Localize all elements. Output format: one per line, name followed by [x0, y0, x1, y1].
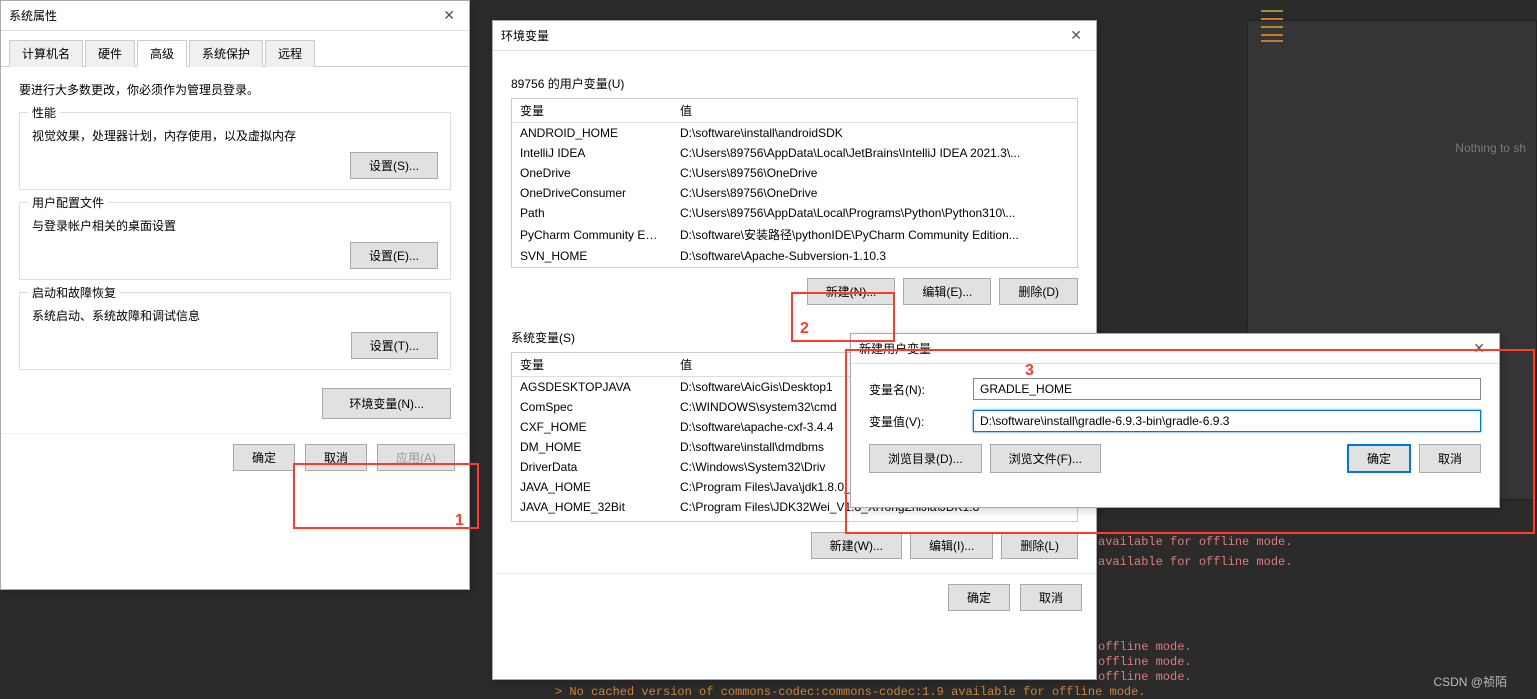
table-row[interactable]: PyCharm Community Editi...D:\software\安装…: [512, 223, 1077, 246]
ok-button[interactable]: 确定: [1347, 444, 1411, 473]
close-icon[interactable]: ✕: [1064, 27, 1088, 44]
group-desc: 与登录帐户相关的桌面设置: [32, 217, 438, 234]
new-user-variable-dialog: 新建用户变量 ✕ 变量名(N): 变量值(V): 浏览目录(D)... 浏览文件…: [850, 333, 1500, 508]
ok-button[interactable]: 确定: [233, 444, 295, 471]
apply-button[interactable]: 应用(A): [377, 444, 455, 471]
console-text: > No cached version of commons-codec:com…: [555, 685, 1146, 699]
cancel-button[interactable]: 取消: [1020, 584, 1082, 611]
var-value-cell: C:\Users\89756\OneDrive: [672, 163, 1077, 183]
userprofile-group: 用户配置文件 与登录帐户相关的桌面设置 设置(E)...: [19, 202, 451, 280]
var-value-cell: C:\Users\89756\AppData\Local\Programs\Py…: [672, 203, 1077, 223]
new-sys-var-button[interactable]: 新建(W)...: [811, 532, 902, 559]
dialog-title: 新建用户变量: [859, 340, 931, 357]
performance-group: 性能 视觉效果，处理器计划，内存使用，以及虚拟内存 设置(S)...: [19, 112, 451, 190]
annotation-num-2: 2: [800, 320, 809, 338]
var-name-cell: AGSDESKTOPJAVA: [512, 377, 672, 398]
table-row[interactable]: IntelliJ IDEAC:\Users\89756\AppData\Loca…: [512, 143, 1077, 163]
browse-dir-button[interactable]: 浏览目录(D)...: [869, 444, 982, 473]
var-name-cell: IntelliJ IDEA: [512, 143, 672, 163]
settings-userprofile-button[interactable]: 设置(E)...: [350, 242, 438, 269]
tab-computer-name[interactable]: 计算机名: [9, 40, 83, 67]
dialog-footer: 确定 取消 应用(A): [1, 433, 469, 481]
user-vars-table[interactable]: 变量 值 ANDROID_HOMED:\software\install\and…: [511, 98, 1078, 268]
close-icon[interactable]: ✕: [1467, 340, 1491, 357]
var-name-cell: ComSpec: [512, 397, 672, 417]
close-icon[interactable]: ✕: [437, 7, 461, 24]
annotation-num-1: 1: [455, 512, 464, 530]
var-name-cell: JAVA_HOME: [512, 477, 672, 497]
dialog-title: 系统属性: [9, 7, 57, 24]
delete-user-var-button[interactable]: 删除(D): [999, 278, 1078, 305]
var-name-cell: SVN_HOME: [512, 246, 672, 266]
var-name-cell: JAVA_HOME_32Bit: [512, 497, 672, 517]
group-title: 性能: [28, 104, 60, 121]
edit-sys-var-button[interactable]: 编辑(I)...: [910, 532, 993, 559]
titlebar: 新建用户变量 ✕: [851, 334, 1499, 364]
minimap: [1257, 0, 1287, 160]
browse-file-button[interactable]: 浏览文件(F)...: [990, 444, 1101, 473]
var-name-cell: ANDROID_HOME: [512, 123, 672, 144]
empty-text: Nothing to sh: [1455, 141, 1526, 155]
group-desc: 系统启动、系统故障和调试信息: [32, 307, 438, 324]
edit-user-var-button[interactable]: 编辑(E)...: [903, 278, 991, 305]
dialog-title: 环境变量: [501, 27, 549, 44]
var-name-cell: DM_HOME: [512, 437, 672, 457]
titlebar: 环境变量 ✕: [493, 21, 1096, 51]
console-text: offline mode.: [1098, 640, 1192, 654]
var-name-input[interactable]: [973, 378, 1481, 400]
tab-remote[interactable]: 远程: [265, 40, 315, 67]
environment-variables-button[interactable]: 环境变量(N)...: [322, 388, 451, 419]
console-text: offline mode.: [1098, 670, 1192, 684]
var-value-cell: C:\Users\89756\AppData\Local\JetBrains\I…: [672, 143, 1077, 163]
var-value-input[interactable]: [973, 410, 1481, 432]
cancel-button[interactable]: 取消: [1419, 444, 1481, 473]
dialog-footer: 确定 取消: [493, 573, 1096, 621]
table-row[interactable]: OneDriveC:\Users\89756\OneDrive: [512, 163, 1077, 183]
settings-performance-button[interactable]: 设置(S)...: [350, 152, 438, 179]
console-text: offline mode.: [1098, 655, 1192, 669]
user-vars-label: 89756 的用户变量(U): [511, 75, 1078, 92]
var-name-label: 变量名(N):: [869, 381, 959, 398]
table-row[interactable]: OneDriveConsumerC:\Users\89756\OneDrive: [512, 183, 1077, 203]
delete-sys-var-button[interactable]: 删除(L): [1001, 532, 1078, 559]
tab-protection[interactable]: 系统保护: [189, 40, 263, 67]
tabs: 计算机名 硬件 高级 系统保护 远程: [1, 31, 469, 67]
titlebar: 系统属性 ✕: [1, 1, 469, 31]
settings-startup-button[interactable]: 设置(T)...: [351, 332, 438, 359]
console-text: available for offline mode.: [1098, 555, 1292, 569]
var-value-cell: D:\software\安装路径\pythonIDE\PyCharm Commu…: [672, 223, 1077, 246]
ok-button[interactable]: 确定: [948, 584, 1010, 611]
group-desc: 视觉效果，处理器计划，内存使用，以及虚拟内存: [32, 127, 438, 144]
annotation-num-3: 3: [1025, 362, 1034, 380]
console-text: available for offline mode.: [1098, 535, 1292, 549]
col-variable[interactable]: 变量: [512, 353, 672, 377]
col-variable[interactable]: 变量: [512, 99, 672, 123]
var-name-cell: Path: [512, 203, 672, 223]
var-name-cell: OneDrive: [512, 163, 672, 183]
admin-note: 要进行大多数更改，你必须作为管理员登录。: [19, 81, 451, 98]
table-row[interactable]: ANDROID_HOMED:\software\install\androidS…: [512, 123, 1077, 144]
var-name-cell: CXF_HOME: [512, 417, 672, 437]
startup-group: 启动和故障恢复 系统启动、系统故障和调试信息 设置(T)...: [19, 292, 451, 370]
var-name-cell: OneDriveConsumer: [512, 183, 672, 203]
col-value[interactable]: 值: [672, 99, 1077, 123]
group-title: 用户配置文件: [28, 194, 108, 211]
var-value-cell: D:\software\install\androidSDK: [672, 123, 1077, 144]
var-value-cell: C:\Users\89756\OneDrive: [672, 183, 1077, 203]
system-properties-dialog: 系统属性 ✕ 计算机名 硬件 高级 系统保护 远程 要进行大多数更改，你必须作为…: [0, 0, 470, 590]
table-row[interactable]: PathC:\Users\89756\AppData\Local\Program…: [512, 203, 1077, 223]
watermark: CSDN @祯陌: [1433, 673, 1507, 690]
var-name-cell: DriverData: [512, 457, 672, 477]
var-name-cell: PyCharm Community Editi...: [512, 223, 672, 246]
group-title: 启动和故障恢复: [28, 284, 120, 301]
var-value-label: 变量值(V):: [869, 413, 959, 430]
tab-advanced[interactable]: 高级: [137, 40, 187, 67]
cancel-button[interactable]: 取消: [305, 444, 367, 471]
table-row[interactable]: SVN_HOMED:\software\Apache-Subversion-1.…: [512, 246, 1077, 266]
var-value-cell: D:\software\Apache-Subversion-1.10.3: [672, 246, 1077, 266]
tab-hardware[interactable]: 硬件: [85, 40, 135, 67]
new-user-var-button[interactable]: 新建(N)...: [807, 278, 896, 305]
